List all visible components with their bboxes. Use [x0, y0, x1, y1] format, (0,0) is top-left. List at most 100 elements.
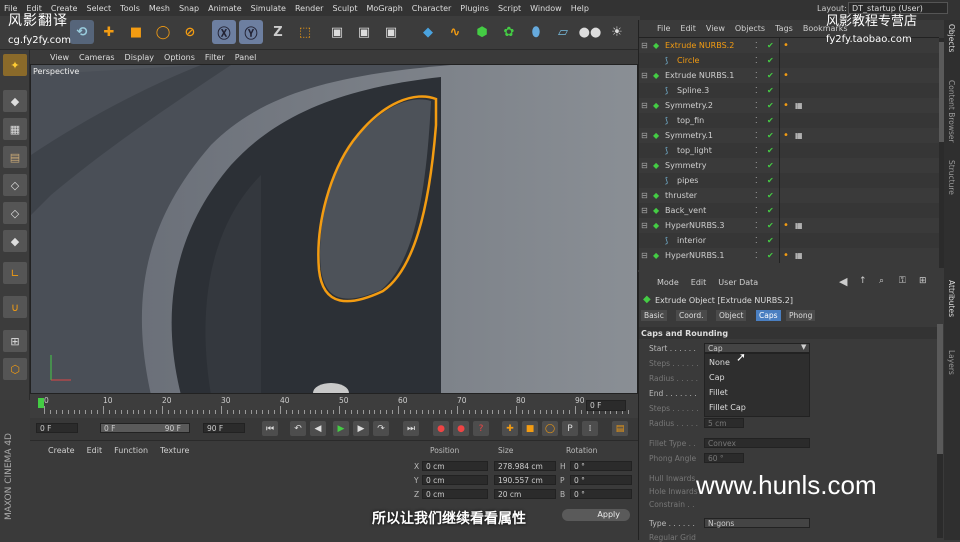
coord-rotation-field[interactable]: 0 °	[570, 489, 632, 499]
search-icon[interactable]: ⌕	[879, 276, 884, 286]
object-menu-file[interactable]: File	[657, 24, 670, 33]
next-frame-icon[interactable]: ▶	[353, 421, 369, 436]
menu-item-script[interactable]: Script	[498, 4, 521, 13]
expand-icon[interactable]: ⊟	[641, 41, 648, 50]
previous-frame-icon[interactable]: ◀	[310, 421, 326, 436]
visibility-dot-icon[interactable]: ⁚	[755, 86, 758, 95]
enabled-check-icon[interactable]: ✔	[767, 206, 774, 215]
deformer-icon[interactable]: ⬮	[524, 20, 548, 44]
viewport-menu-filter[interactable]: Filter	[205, 53, 225, 62]
enabled-check-icon[interactable]: ✔	[767, 71, 774, 80]
object-row[interactable]: ⟆ Spline.3 ⁚ ✔	[639, 83, 939, 98]
object-name[interactable]: HyperNURBS.1	[665, 251, 725, 260]
visibility-dot-icon[interactable]: ⁚	[755, 236, 758, 245]
object-row[interactable]: ⊟ ◆ HyperNURBS.1 ⁚ ✔ • ▦	[639, 248, 939, 263]
object-name[interactable]: Extrude NURBS.1	[665, 71, 734, 80]
visibility-dot-icon[interactable]: ⁚	[755, 101, 758, 110]
camera-icon[interactable]: ●●	[578, 20, 602, 44]
object-row[interactable]: ⊟ ◆ Back_vent ⁚ ✔	[639, 203, 939, 218]
key-position-icon[interactable]: ✚	[502, 421, 518, 436]
visibility-dot-icon[interactable]: ⁚	[755, 221, 758, 230]
enabled-check-icon[interactable]: ✔	[767, 221, 774, 230]
visibility-dot-icon[interactable]: ⁚	[755, 71, 758, 80]
object-row[interactable]: ⊟ ◆ HyperNURBS.3 ⁚ ✔ • ▦	[639, 218, 939, 233]
coord-rotation-field[interactable]: 0 °	[570, 461, 632, 471]
enabled-check-icon[interactable]: ✔	[767, 236, 774, 245]
subdivision-surface-icon[interactable]: ⬢	[470, 20, 494, 44]
menu-item-tools[interactable]: Tools	[120, 4, 140, 13]
model-mode-icon[interactable]: ◆	[3, 90, 27, 112]
texture-mode-icon[interactable]: ▦	[3, 118, 27, 140]
object-name[interactable]: Symmetry.2	[665, 101, 713, 110]
side-tab-attributes[interactable]: Attributes	[947, 280, 956, 317]
render-settings-icon[interactable]: ▣	[379, 20, 403, 44]
menu-item-render[interactable]: Render	[295, 4, 323, 13]
visibility-dot-icon[interactable]: ⁚	[755, 146, 758, 155]
object-menu-tags[interactable]: Tags	[775, 24, 793, 33]
enabled-check-icon[interactable]: ✔	[767, 101, 774, 110]
tab-caps[interactable]: Caps	[756, 310, 781, 321]
phong-tag-icon[interactable]: •	[783, 100, 789, 111]
scale-tool-icon[interactable]: ■	[124, 20, 148, 44]
enabled-check-icon[interactable]: ✔	[767, 176, 774, 185]
tab-basic[interactable]: Basic	[641, 310, 667, 321]
object-name[interactable]: Back_vent	[665, 206, 706, 215]
viewport-menu-display[interactable]: Display	[125, 53, 155, 62]
visibility-dot-icon[interactable]: ⁚	[755, 161, 758, 170]
menu-item-select[interactable]: Select	[86, 4, 111, 13]
point-mode-icon[interactable]: ◇	[3, 174, 27, 196]
expand-icon[interactable]: ⊟	[641, 221, 648, 230]
attr-menu-user-data[interactable]: User Data	[718, 278, 758, 287]
tab-object[interactable]: Object	[716, 310, 747, 321]
attr-menu-mode[interactable]: Mode	[657, 278, 679, 287]
menu-item-mograph[interactable]: MoGraph	[366, 4, 402, 13]
object-name[interactable]: Symmetry.1	[665, 131, 713, 140]
autokey-icon[interactable]: ●	[453, 421, 469, 436]
end-frame-field[interactable]: 90 F	[203, 423, 245, 433]
coord-size-field[interactable]: 190.557 cm	[494, 475, 556, 485]
visibility-dot-icon[interactable]: ⁚	[755, 191, 758, 200]
visibility-dot-icon[interactable]: ⁚	[755, 131, 758, 140]
go-to-end-icon[interactable]: ⏭	[403, 421, 419, 436]
attribute-scrollbar[interactable]	[937, 324, 943, 538]
material-menu-function[interactable]: Function	[114, 446, 148, 455]
viewport-menu-panel[interactable]: Panel	[235, 53, 257, 62]
phong-tag-icon[interactable]: •	[783, 130, 789, 141]
tab-phong[interactable]: Phong	[786, 310, 816, 321]
x-axis-icon[interactable]: Ⓧ	[212, 20, 236, 44]
material-tag-icon[interactable]: ▦	[795, 221, 803, 230]
object-name[interactable]: Symmetry	[665, 161, 706, 170]
object-row[interactable]: ⊟ ◆ Symmetry.1 ⁚ ✔ • ▦	[639, 128, 939, 143]
play-icon[interactable]: ▶	[333, 421, 349, 436]
dropdown-option-cap[interactable]: Cap	[709, 373, 725, 382]
radius2-field[interactable]: 5 cm	[704, 418, 744, 428]
object-row[interactable]: ⊟ ◆ Symmetry.2 ⁚ ✔ • ▦	[639, 98, 939, 113]
live-selection-icon[interactable]: ⊘	[178, 20, 202, 44]
y-axis-icon[interactable]: Ⓨ	[239, 20, 263, 44]
coord-rotation-field[interactable]: 0 °	[570, 475, 632, 485]
menu-item-help[interactable]: Help	[571, 4, 589, 13]
enabled-check-icon[interactable]: ✔	[767, 191, 774, 200]
phong-tag-icon[interactable]: •	[783, 250, 789, 261]
z-axis-icon[interactable]: Z	[266, 20, 290, 44]
object-name[interactable]: HyperNURBS.3	[665, 221, 725, 230]
side-tab-objects[interactable]: Objects	[947, 24, 956, 52]
next-key-icon[interactable]: ↷	[373, 421, 389, 436]
enabled-check-icon[interactable]: ✔	[767, 116, 774, 125]
expand-icon[interactable]: ⊟	[641, 251, 648, 260]
use-model-mode-icon[interactable]: ✦	[3, 54, 27, 76]
phong-tag-icon[interactable]: •	[783, 220, 789, 231]
material-menu-texture[interactable]: Texture	[160, 446, 189, 455]
viewport-menu-view[interactable]: View	[50, 53, 69, 62]
start-frame-field[interactable]: 0 F	[36, 423, 78, 433]
object-name[interactable]: top_light	[677, 146, 712, 155]
viewport-menu-options[interactable]: Options	[164, 53, 195, 62]
object-name[interactable]: interior	[677, 236, 706, 245]
object-name[interactable]: pipes	[677, 176, 698, 185]
keyframe-selection-icon[interactable]: ?	[473, 421, 489, 436]
material-menu-create[interactable]: Create	[48, 446, 75, 455]
cube-icon[interactable]: ◆	[416, 20, 440, 44]
lock-workplane-icon[interactable]: ⊞	[3, 330, 27, 352]
key-param-icon[interactable]: P	[562, 421, 578, 436]
menu-item-mesh[interactable]: Mesh	[149, 4, 170, 13]
